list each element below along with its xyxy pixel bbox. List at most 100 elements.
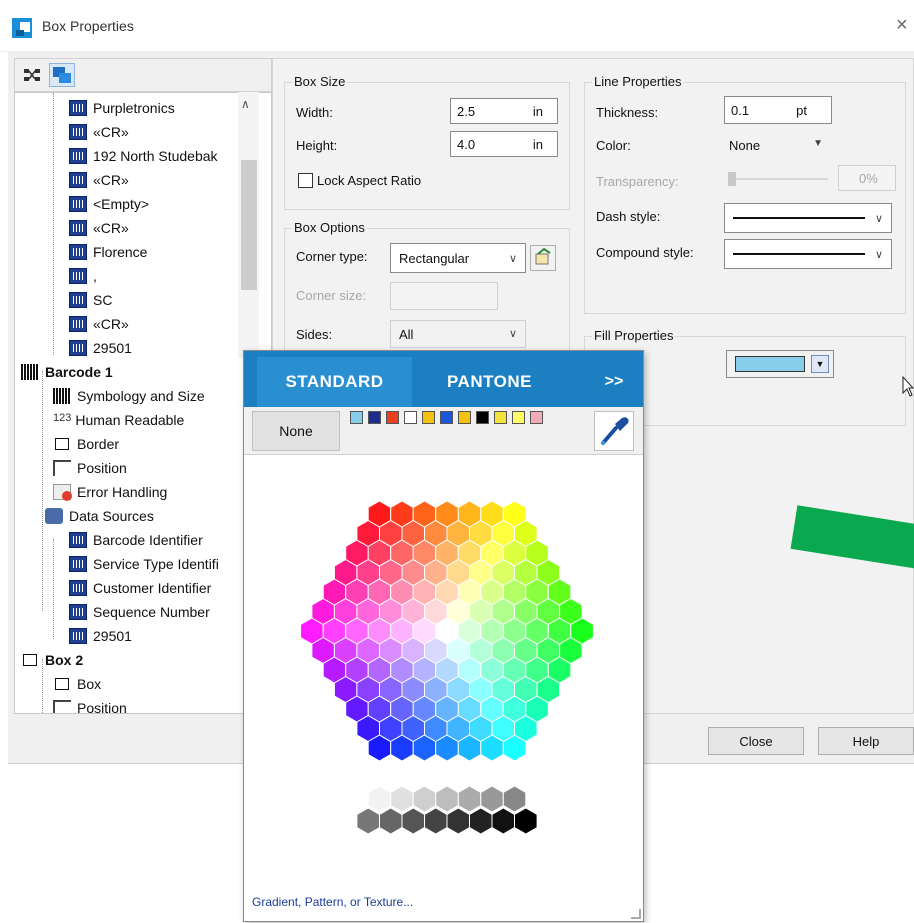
box-options-title: Box Options <box>292 220 367 235</box>
fill-color-button[interactable]: ▼ <box>726 350 834 378</box>
compound-style-select[interactable]: ∨ <box>724 239 892 269</box>
width-unit: in <box>532 103 543 119</box>
tree-item-cr[interactable]: «CR» <box>69 217 129 239</box>
tree-item-box[interactable]: Box <box>53 673 101 695</box>
tree-item-human-readable[interactable]: 123 Human Readable <box>53 409 184 431</box>
gradient-pattern-texture-link[interactable]: Gradient, Pattern, or Texture... <box>252 895 413 909</box>
recent-color-swatch[interactable] <box>440 411 453 424</box>
tree-item-barcode-identifier[interactable]: Barcode Identifier <box>69 529 203 551</box>
error-icon <box>53 484 72 501</box>
tab-pantone[interactable]: PANTONE <box>412 357 567 407</box>
tree-item-comma[interactable]: , <box>69 265 97 287</box>
tree-item-zip[interactable]: 29501 <box>69 625 132 647</box>
eyedropper-button[interactable] <box>594 411 634 451</box>
tree-item-purpletronics[interactable]: Purpletronics <box>69 97 175 119</box>
tree-item-cr[interactable]: «CR» <box>69 313 129 335</box>
field-icon <box>69 100 87 116</box>
data-sources-icon <box>45 508 63 524</box>
lock-aspect-checkbox[interactable] <box>298 173 313 188</box>
tree-item-sc[interactable]: SC <box>69 289 112 311</box>
height-field[interactable]: 4.0 in <box>450 131 558 157</box>
number-icon: 123 <box>53 412 72 424</box>
no-color-button[interactable]: None <box>252 411 340 451</box>
help-button[interactable]: Help <box>818 727 914 755</box>
tree-item-position[interactable]: Position <box>53 457 127 479</box>
tab-standard[interactable]: STANDARD <box>257 357 412 407</box>
color-tab-bar: STANDARD PANTONE >> <box>244 351 643 407</box>
corner-size-label: Corner size: <box>296 288 367 303</box>
recent-color-swatch[interactable] <box>350 411 363 424</box>
tree-item-label: Human Readable <box>75 412 185 428</box>
eyedropper-icon <box>595 417 633 453</box>
corner-settings-button[interactable] <box>530 245 556 271</box>
tree-toolbar <box>14 58 272 92</box>
tree-item-label: Symbology and Size <box>77 388 205 404</box>
color-honeycomb[interactable] <box>262 471 632 871</box>
close-button[interactable]: Close <box>708 727 804 755</box>
layers-icon[interactable] <box>49 63 75 87</box>
line-color-value: None <box>729 137 761 153</box>
recent-color-swatch[interactable] <box>476 411 489 424</box>
scroll-up-icon[interactable]: ∧ <box>241 97 250 111</box>
line-color-select[interactable]: None ▼ <box>724 131 832 159</box>
corner-type-select[interactable]: Rectangular ∨ <box>390 243 526 273</box>
corner-size-field[interactable] <box>390 282 498 310</box>
thickness-field[interactable]: 0.1 pt <box>724 96 832 124</box>
close-icon[interactable]: × <box>896 14 908 37</box>
tree-item-label: Box 2 <box>45 652 84 668</box>
dropdown-arrow-icon: ▼ <box>813 138 823 149</box>
sides-label: Sides: <box>296 327 333 342</box>
tree-item-cr[interactable]: «CR» <box>69 169 129 191</box>
resize-grip-icon[interactable] <box>631 909 641 919</box>
recent-color-swatch[interactable] <box>422 411 435 424</box>
tree-view-icon[interactable] <box>23 67 41 86</box>
tree-item-label: Position <box>77 460 127 476</box>
color-picker-popup: STANDARD PANTONE >> None Gradient, Patte… <box>243 350 644 922</box>
app-logo-icon <box>12 18 32 38</box>
field-icon <box>69 268 87 284</box>
dash-style-select[interactable]: ∨ <box>724 203 892 233</box>
dropdown-arrow-icon[interactable]: ▼ <box>811 355 829 373</box>
recent-color-swatch[interactable] <box>368 411 381 424</box>
tree-item-border[interactable]: Border <box>53 433 119 455</box>
tree-item-address[interactable]: 192 North Studebak <box>69 145 218 167</box>
chevron-down-icon: ∨ <box>508 253 517 265</box>
tree-item-zip[interactable]: 29501 <box>69 337 132 359</box>
tree-item-barcode-1[interactable]: Barcode 1 <box>21 361 113 383</box>
tree-scroll-thumb[interactable] <box>241 160 257 290</box>
tree-item-error-handling[interactable]: Error Handling <box>53 481 167 503</box>
barcode-icon <box>53 388 71 404</box>
tree-item-symbology[interactable]: Symbology and Size <box>53 385 205 407</box>
position-icon <box>53 700 71 713</box>
tree-item-label: «CR» <box>93 124 129 140</box>
recent-color-swatch[interactable] <box>386 411 399 424</box>
tree-item-label: 192 North Studebak <box>93 148 218 164</box>
tree-item-cr[interactable]: «CR» <box>69 121 129 143</box>
recent-color-swatch[interactable] <box>494 411 507 424</box>
recent-color-swatch[interactable] <box>458 411 471 424</box>
position-icon <box>53 460 71 476</box>
mouse-cursor-icon <box>902 375 914 398</box>
corner-tool-icon <box>534 247 552 269</box>
recent-color-swatch[interactable] <box>512 411 525 424</box>
document-tree[interactable]: Purpletronics «CR» 192 North Studebak «C… <box>14 92 272 714</box>
tab-more[interactable]: >> <box>589 357 639 407</box>
thickness-label: Thickness: <box>596 105 659 120</box>
recent-color-swatch[interactable] <box>404 411 417 424</box>
box-size-title: Box Size <box>292 74 348 89</box>
tree-item-florence[interactable]: Florence <box>69 241 147 263</box>
tree-item-box-2[interactable]: Box 2 <box>21 649 83 671</box>
tree-item-customer-identifier[interactable]: Customer Identifier <box>69 577 211 599</box>
tree-item-label: SC <box>93 292 113 308</box>
tree-item-data-sources[interactable]: Data Sources <box>45 505 154 527</box>
sides-select[interactable]: All ∨ <box>390 320 526 348</box>
tree-item-position[interactable]: Position <box>53 697 127 713</box>
tree-item-empty[interactable]: <Empty> <box>69 193 149 215</box>
transparency-slider[interactable] <box>726 172 830 186</box>
field-icon <box>69 292 87 308</box>
transparency-field[interactable]: 0% <box>838 165 896 191</box>
recent-color-swatch[interactable] <box>530 411 543 424</box>
tree-item-sequence-number[interactable]: Sequence Number <box>69 601 210 623</box>
width-field[interactable]: 2.5 in <box>450 98 558 124</box>
tree-item-service-type[interactable]: Service Type Identifi <box>69 553 219 575</box>
